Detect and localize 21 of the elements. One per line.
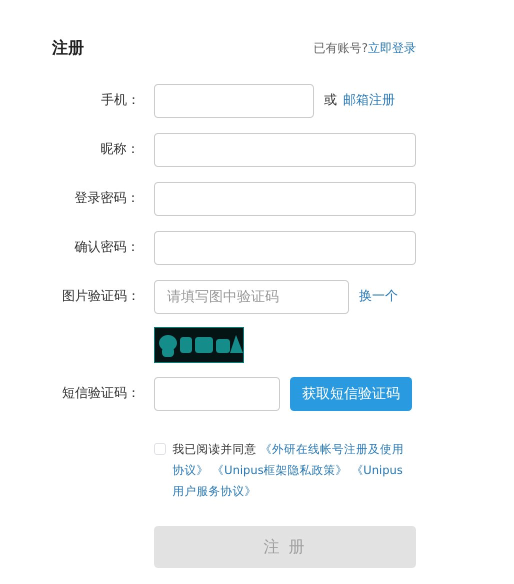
field-label: 登录密码： xyxy=(74,190,141,208)
field-label: 短信验证码： xyxy=(61,385,141,404)
input-field[interactable] xyxy=(154,84,314,118)
input-field[interactable] xyxy=(154,377,280,411)
field-label: 手机： xyxy=(100,92,141,110)
agreement-text: 我已阅读并同意 《外研在线帐号注册及使用协议》 《Unipus框架隐私政策》 《Unipus用户服务协议》 xyxy=(172,441,406,500)
login-link[interactable]: 立即登录 xyxy=(368,39,416,57)
input-field[interactable] xyxy=(154,231,416,265)
sms-code-button[interactable]: 获取短信验证码 xyxy=(290,377,412,411)
page-title: 注册 xyxy=(52,37,84,59)
login-prompt: 已有账号? xyxy=(314,40,368,57)
field-label: 昵称： xyxy=(100,141,141,160)
input-field[interactable] xyxy=(154,133,416,167)
input-field[interactable] xyxy=(154,182,416,216)
or-text: 或 xyxy=(324,92,337,110)
email-register-link[interactable]: 邮箱注册 xyxy=(343,91,395,111)
refresh-captcha-link[interactable]: 换一个 xyxy=(359,287,398,307)
field-label: 确认密码： xyxy=(74,239,141,258)
field-label: 图片验证码： xyxy=(61,288,141,306)
input-field[interactable]: 请填写图中验证码 xyxy=(154,280,349,314)
agree-checkbox[interactable] xyxy=(154,443,166,454)
